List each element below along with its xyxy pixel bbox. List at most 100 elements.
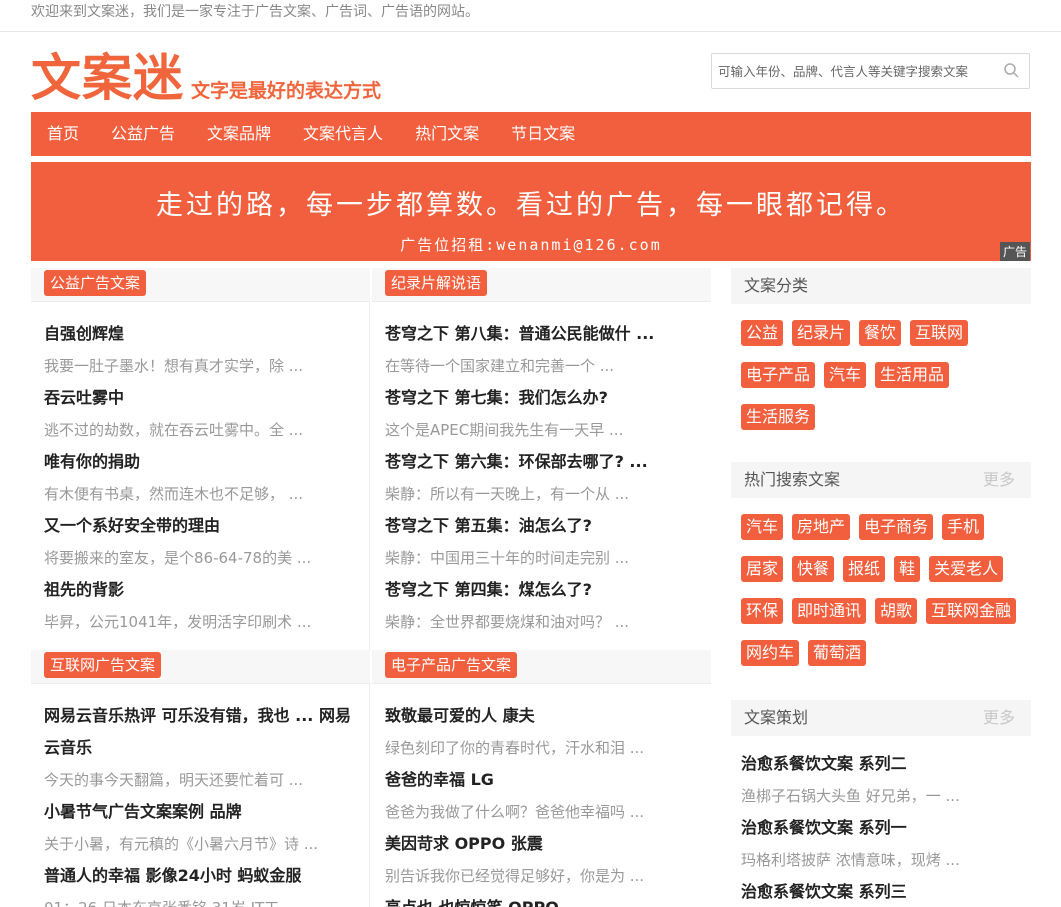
- item-title[interactable]: 小暑节气广告文案案例 品牌: [44, 796, 357, 828]
- nav-holiday[interactable]: 节日文案: [495, 112, 591, 156]
- nav-public-ads[interactable]: 公益广告: [95, 112, 191, 156]
- item-desc: 有木便有书桌，然而连木也不足够， ...: [44, 485, 304, 503]
- list-item[interactable]: 致敬最可爱的人 康夫 绿色刻印了你的青春时代，汗水和泪 ...: [385, 700, 698, 764]
- ad-banner[interactable]: 走过的路，每一步都算数。看过的广告，每一眼都记得。 广告位招租:wenanmi@…: [31, 162, 1031, 261]
- list-item[interactable]: 唯有你的捐助有木便有书桌，然而连木也不足够， ...: [44, 446, 357, 510]
- panel-header: 纪录片解说语: [372, 268, 711, 302]
- item-title[interactable]: 自强创辉煌: [44, 318, 357, 350]
- category-tag[interactable]: 互联网: [910, 320, 969, 346]
- list-item[interactable]: 亮点也 也惊惊笑 OPPO: [385, 892, 698, 907]
- item-title[interactable]: 美因苛求 OPPO 张震: [385, 828, 698, 860]
- item-desc: 01：26 日本东京张悉铭 31岁 IT工 ...: [44, 892, 357, 907]
- list-item[interactable]: 小暑节气广告文案案例 品牌 关于小暑，有元稹的《小暑六月节》诗 ...: [44, 796, 357, 860]
- hot-tag[interactable]: 葡萄酒: [808, 640, 867, 666]
- item-title[interactable]: 苍穹之下 第六集：环保部去哪了? ...: [385, 446, 698, 478]
- list-item[interactable]: 普通人的幸福 影像24小时 蚂蚁金服01：26 日本东京张悉铭 31岁 IT工 …: [44, 860, 357, 907]
- search-icon[interactable]: [1003, 62, 1021, 80]
- item-title[interactable]: 亮点也 也惊惊笑 OPPO: [385, 892, 698, 907]
- item-desc: 柴静：全世界都要烧煤和油对吗？ ...: [385, 613, 630, 631]
- category-tag[interactable]: 公益: [741, 320, 784, 346]
- item-title[interactable]: 苍穹之下 第七集：我们怎么办?: [385, 382, 698, 414]
- item-title[interactable]: 又一个系好安全带的理由: [44, 510, 357, 542]
- list-item[interactable]: 祖先的背影 毕昇，公元1041年，发明活字印刷术 ...: [44, 574, 357, 638]
- item-desc: 柴静：所以有一天晚上，有一个从 ...: [385, 485, 630, 503]
- more-link[interactable]: 更多: [983, 700, 1015, 736]
- panel-public-ads: 公益广告文案 自强创辉煌我要一肚子墨水！想有真才实学，除 ... 吞云吐雾中逃不…: [31, 268, 370, 638]
- nav-brands[interactable]: 文案品牌: [191, 112, 287, 156]
- nav-home[interactable]: 首页: [31, 112, 95, 156]
- main-nav: 首页 公益广告 文案品牌 文案代言人 热门文案 节日文案: [31, 112, 1031, 156]
- item-desc: 将要搬来的室友，是个86-64-78的美 ...: [44, 549, 312, 567]
- hot-tag[interactable]: 汽车: [741, 514, 784, 540]
- item-title[interactable]: 苍穹之下 第四集：煤怎么了?: [385, 574, 698, 606]
- panel-title[interactable]: 公益广告文案: [44, 270, 147, 296]
- search-input[interactable]: [712, 54, 992, 88]
- list-item[interactable]: 治愈系餐饮文案 系列三: [741, 876, 1021, 907]
- list-item[interactable]: 苍穹之下 第五集：油怎么了? 柴静：中国用三十年的时间走完别 ...: [385, 510, 698, 574]
- category-tag[interactable]: 生活服务: [741, 404, 816, 430]
- item-title[interactable]: 治愈系餐饮文案 系列三: [741, 876, 1021, 907]
- item-desc: 我要一肚子墨水！想有真才实学，除 ...: [44, 357, 304, 375]
- panel-header: 电子产品广告文案: [372, 650, 711, 684]
- item-desc: 逃不过的劫数，就在吞云吐雾中。全 ...: [44, 421, 304, 439]
- more-link[interactable]: 更多: [983, 462, 1015, 498]
- list-item[interactable]: 治愈系餐饮文案 系列一 玛格利塔披萨 浓情意味，现烤 ...: [741, 812, 1021, 876]
- sidebar-hot-searches: 热门搜索文案 更多 汽车 房地产 电子商务 手机 居家 快餐 报纸 鞋 关爱老人…: [731, 462, 1031, 682]
- list-item[interactable]: 苍穹之下 第七集：我们怎么办? 这个是APEC期间我先生有一天早 ...: [385, 382, 698, 446]
- item-desc: 柴静：中国用三十年的时间走完别 ...: [385, 549, 630, 567]
- hot-tag[interactable]: 即时通讯: [792, 598, 867, 624]
- hot-tag[interactable]: 快餐: [792, 556, 835, 582]
- hot-tag[interactable]: 网约车: [741, 640, 800, 666]
- list-item[interactable]: 苍穹之下 第六集：环保部去哪了? ... 柴静：所以有一天晚上，有一个从 ...: [385, 446, 698, 510]
- list-item[interactable]: 又一个系好安全带的理由将要搬来的室友，是个86-64-78的美 ...: [44, 510, 357, 574]
- nav-hot[interactable]: 热门文案: [399, 112, 495, 156]
- list-item[interactable]: 苍穹之下 第四集：煤怎么了? 柴静：全世界都要烧煤和油对吗？ ...: [385, 574, 698, 638]
- hot-tag[interactable]: 房地产: [792, 514, 851, 540]
- sidebar-header: 文案分类: [731, 268, 1031, 304]
- list-item[interactable]: 吞云吐雾中逃不过的劫数，就在吞云吐雾中。全 ...: [44, 382, 357, 446]
- hot-tag[interactable]: 电子商务: [859, 514, 934, 540]
- category-tag[interactable]: 生活用品: [875, 362, 950, 388]
- item-title[interactable]: 致敬最可爱的人 康夫: [385, 700, 698, 732]
- hot-tag[interactable]: 胡歌: [875, 598, 918, 624]
- panel-documentary: 纪录片解说语 苍穹之下 第八集：普通公民能做什 ... 在等待一个国家建立和完善一…: [372, 268, 711, 638]
- category-tag[interactable]: 电子产品: [741, 362, 816, 388]
- item-desc: 今天的事今天翻篇，明天还要忙着可 ...: [44, 771, 304, 789]
- item-title[interactable]: 网易云音乐热评 可乐没有错，我也 ... 网易云音乐: [44, 700, 357, 764]
- hot-tag[interactable]: 鞋: [894, 556, 921, 582]
- sidebar-title: 文案分类: [744, 276, 809, 295]
- item-title[interactable]: 吞云吐雾中: [44, 382, 357, 414]
- item-title[interactable]: 爸爸的幸福 LG: [385, 764, 698, 796]
- panel-title[interactable]: 互联网广告文案: [44, 652, 162, 678]
- item-title[interactable]: 唯有你的捐助: [44, 446, 357, 478]
- hot-tag[interactable]: 居家: [741, 556, 784, 582]
- item-title[interactable]: 苍穹之下 第五集：油怎么了?: [385, 510, 698, 542]
- panel-title[interactable]: 纪录片解说语: [385, 270, 488, 296]
- item-desc: 这个是APEC期间我先生有一天早 ...: [385, 421, 624, 439]
- category-tag[interactable]: 纪录片: [792, 320, 851, 346]
- category-tags: 公益 纪录片 餐饮 互联网 电子产品 汽车 生活用品 生活服务: [731, 304, 1031, 446]
- category-tag[interactable]: 餐饮: [859, 320, 902, 346]
- list-item[interactable]: 网易云音乐热评 可乐没有错，我也 ... 网易云音乐今天的事今天翻篇，明天还要忙…: [44, 700, 357, 796]
- panel-title[interactable]: 电子产品广告文案: [385, 652, 518, 678]
- hot-tag[interactable]: 手机: [942, 514, 985, 540]
- item-title[interactable]: 苍穹之下 第八集：普通公民能做什 ...: [385, 318, 698, 350]
- hot-tag[interactable]: 关爱老人: [929, 556, 1004, 582]
- item-title[interactable]: 祖先的背影: [44, 574, 357, 606]
- list-item[interactable]: 爸爸的幸福 LG 爸爸为我做了什么啊？爸爸他幸福吗 ...: [385, 764, 698, 828]
- item-title[interactable]: 治愈系餐饮文案 系列二: [741, 748, 1021, 780]
- list-item[interactable]: 苍穹之下 第八集：普通公民能做什 ... 在等待一个国家建立和完善一个 ...: [385, 318, 698, 382]
- list-item[interactable]: 美因苛求 OPPO 张震 别告诉我你已经觉得足够好，你是为 ...: [385, 828, 698, 892]
- hot-tag[interactable]: 互联网金融: [926, 598, 1017, 624]
- nav-spokesperson[interactable]: 文案代言人: [287, 112, 399, 156]
- welcome-bar: 欢迎来到文案迷，我们是一家专注于广告文案、广告词、广告语的网站。: [0, 0, 1061, 32]
- list-item[interactable]: 自强创辉煌我要一肚子墨水！想有真才实学，除 ...: [44, 318, 357, 382]
- hot-tag[interactable]: 报纸: [843, 556, 886, 582]
- item-title[interactable]: 普通人的幸福 影像24小时 蚂蚁金服: [44, 860, 357, 892]
- site-logo[interactable]: 文案迷: [31, 48, 184, 108]
- list-item[interactable]: 治愈系餐饮文案 系列二 渔梆子石锅大头鱼 好兄弟，一 ...: [741, 748, 1021, 812]
- category-tag[interactable]: 汽车: [824, 362, 867, 388]
- item-title[interactable]: 治愈系餐饮文案 系列一: [741, 812, 1021, 844]
- hot-tag[interactable]: 环保: [741, 598, 784, 624]
- hot-tags: 汽车 房地产 电子商务 手机 居家 快餐 报纸 鞋 关爱老人 环保 即时通讯 胡…: [731, 498, 1031, 682]
